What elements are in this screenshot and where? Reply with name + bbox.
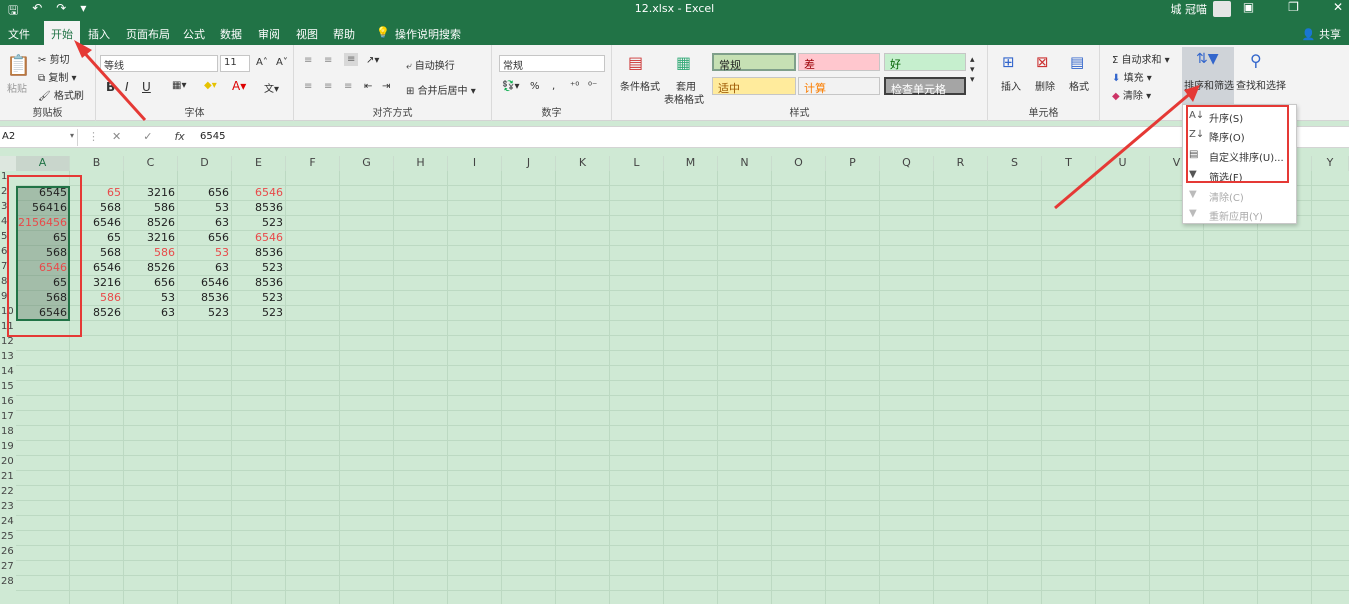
arrow-head-home <box>74 40 92 58</box>
arrow-to-home-tab <box>78 46 147 122</box>
annotation-arrows <box>74 40 1200 210</box>
arrow-to-sort-filter <box>1054 90 1193 210</box>
arrow-head-sort <box>1184 85 1200 102</box>
